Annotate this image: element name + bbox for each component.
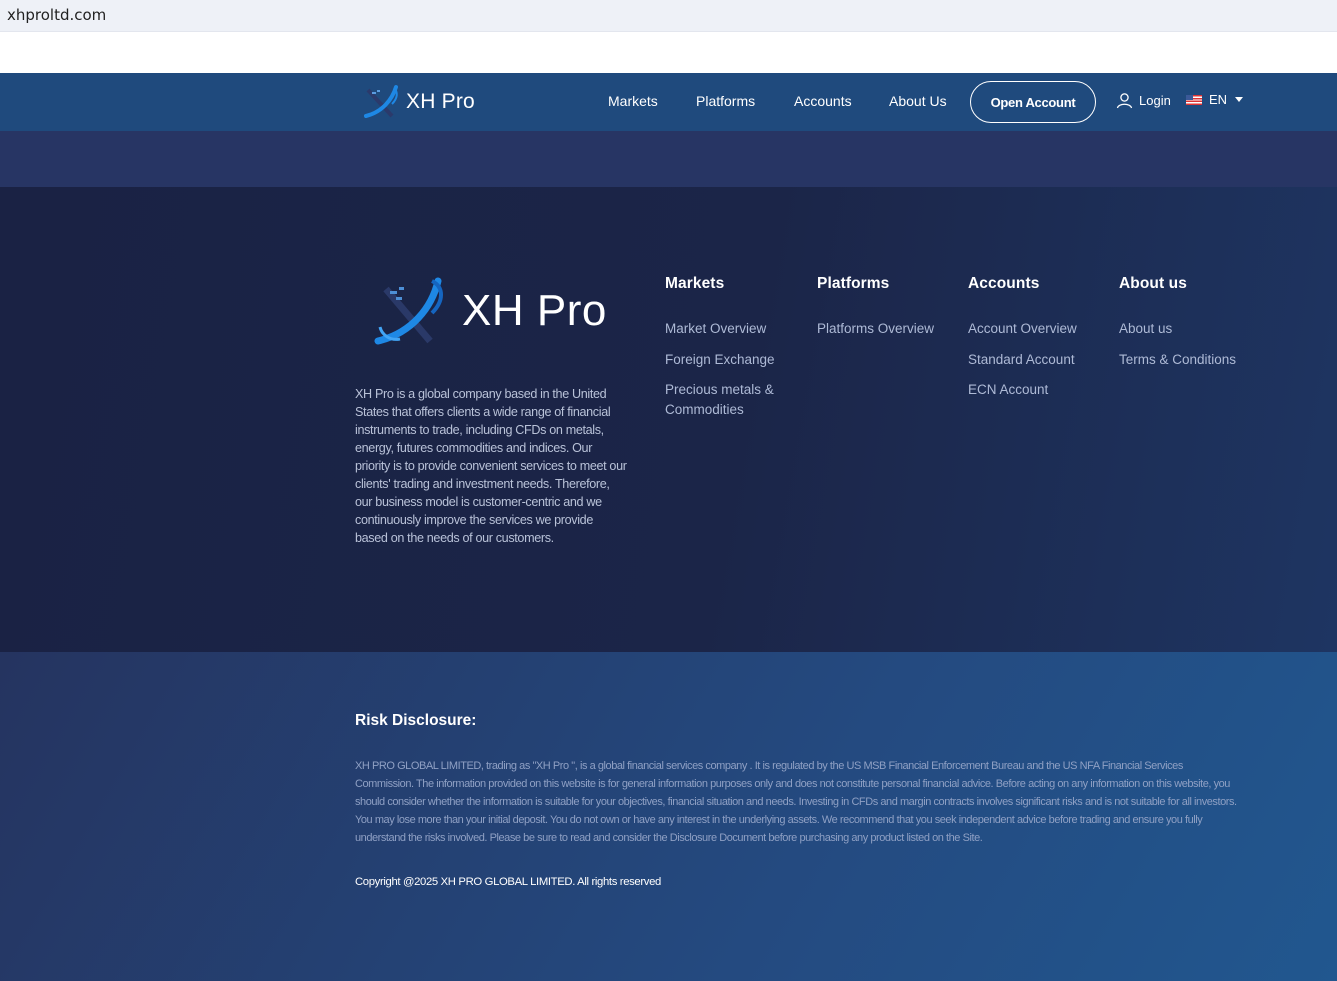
footer-link-terms[interactable]: Terms & Conditions — [1119, 350, 1236, 370]
open-account-label: Open Account — [990, 94, 1076, 110]
footer-logo[interactable]: XH Pro — [372, 275, 607, 347]
language-selector[interactable]: EN — [1186, 92, 1244, 107]
language-label: EN — [1209, 92, 1228, 107]
footer-link-about-us[interactable]: About us — [1119, 319, 1236, 339]
footer-column-about: About us About us Terms & Conditions — [1119, 275, 1236, 380]
footer-column-accounts: Accounts Account Overview Standard Accou… — [968, 275, 1077, 411]
footer-column-platforms: Platforms Platforms Overview — [817, 275, 934, 350]
footer-link-platforms-overview[interactable]: Platforms Overview — [817, 319, 934, 339]
site-header: XH Pro Markets Platforms Accounts About … — [0, 73, 1337, 131]
risk-disclosure-section: Risk Disclosure: XH PRO GLOBAL LIMITED, … — [0, 652, 1337, 981]
footer-column-title: Platforms — [817, 275, 890, 292]
login-button[interactable]: Login — [1116, 92, 1171, 109]
footer-link-ecn-account[interactable]: ECN Account — [968, 380, 1077, 400]
login-label: Login — [1139, 93, 1171, 108]
nav-about-us[interactable]: About Us — [889, 93, 947, 109]
header-sub-band — [0, 131, 1337, 187]
xh-logo-icon — [374, 277, 443, 345]
header-logo-text: XH Pro — [406, 90, 475, 113]
footer-logo-text: XH Pro — [462, 286, 607, 335]
open-account-button[interactable]: Open Account — [970, 81, 1096, 123]
risk-disclosure-text: XH PRO GLOBAL LIMITED, trading as "XH Pr… — [355, 760, 1237, 844]
nav-platforms[interactable]: Platforms — [696, 93, 755, 109]
caret-down-icon — [1235, 97, 1244, 102]
user-icon — [1116, 93, 1133, 109]
header-logo[interactable]: XH Pro — [362, 82, 475, 122]
footer-link-foreign-exchange[interactable]: Foreign Exchange — [665, 350, 785, 370]
footer-link-account-overview[interactable]: Account Overview — [968, 319, 1077, 339]
copyright-text: Copyright @2025 XH PRO GLOBAL LIMITED. A… — [355, 876, 661, 888]
footer-column-title: Markets — [665, 275, 725, 292]
us-flag-icon — [1186, 94, 1202, 105]
footer-main: XH Pro XH Pro is a global company based … — [0, 187, 1337, 652]
footer-link-market-overview[interactable]: Market Overview — [665, 319, 785, 339]
browser-url-bar[interactable]: xhproltd.com — [0, 0, 1337, 32]
company-description: XH Pro is a global company based in the … — [355, 387, 627, 545]
nav-markets[interactable]: Markets — [608, 93, 658, 109]
page-top-spacer — [0, 32, 1337, 73]
footer-link-precious-metals[interactable]: Precious metals & Commodities — [665, 380, 785, 420]
nav-accounts[interactable]: Accounts — [794, 93, 852, 109]
footer-column-title: About us — [1119, 275, 1187, 292]
footer-column-markets: Markets Market Overview Foreign Exchange… — [665, 275, 785, 431]
footer-link-standard-account[interactable]: Standard Account — [968, 350, 1077, 370]
xh-logo-icon — [364, 85, 398, 118]
risk-disclosure-title: Risk Disclosure: — [355, 712, 477, 729]
footer-column-title: Accounts — [968, 275, 1040, 292]
url-text[interactable]: xhproltd.com — [7, 6, 106, 24]
